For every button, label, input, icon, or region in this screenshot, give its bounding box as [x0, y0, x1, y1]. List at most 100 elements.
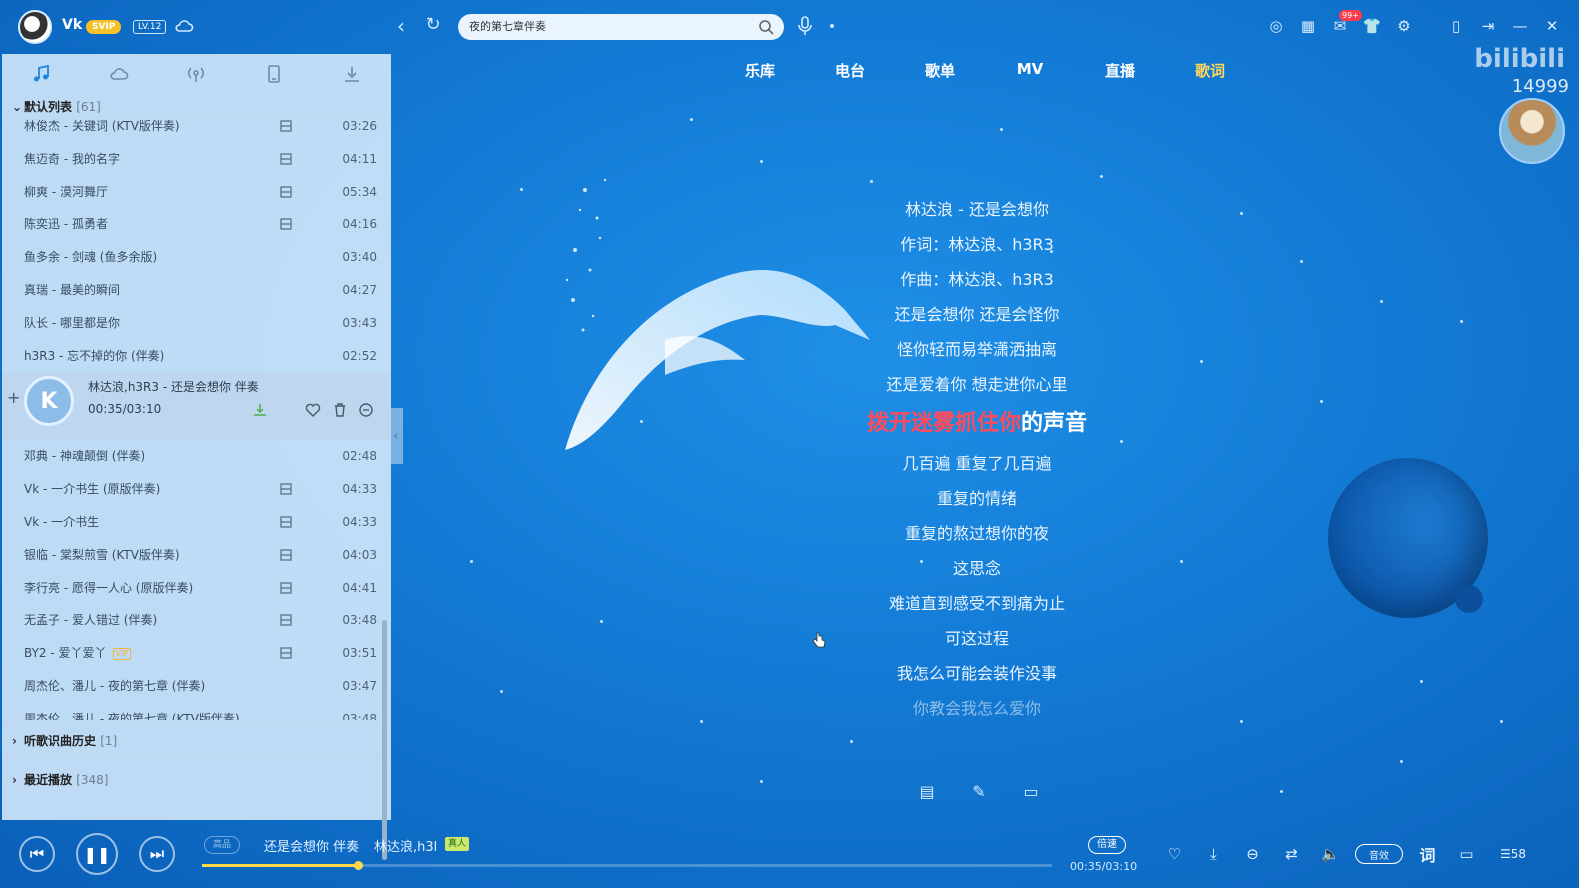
lyric-line[interactable]: 几百遍 重复了几百遍 [777, 446, 1177, 481]
cloud-sync-icon[interactable] [174, 16, 194, 36]
trash-icon[interactable] [332, 402, 348, 418]
download-icon[interactable]: ⤓ [1199, 842, 1228, 866]
song-row[interactable]: 林俊杰 - 关键词 (KTV版伴奏) 03:26 [2, 120, 391, 143]
next-track-button[interactable]: ⏭ [139, 836, 175, 872]
remove-circle-icon[interactable] [358, 402, 374, 418]
song-row[interactable]: Vk - 一介书生 (原版伴奏) 04:33 [2, 473, 391, 506]
lyric-doc-icon[interactable] [280, 185, 292, 198]
lyric-line[interactable]: 你教会我怎么爱你 [777, 691, 1177, 726]
mini-mode-icon[interactable]: ▯ [1445, 14, 1467, 38]
song-row[interactable]: 鱼多余 - 剑魂 (鱼多余版) 03:40 [2, 241, 391, 274]
progress-bar[interactable] [202, 861, 1052, 870]
lyric-line[interactable]: 怪你轻而易举潇洒抽离 [777, 332, 1177, 367]
queue-button[interactable]: ☰ 58 [1491, 842, 1535, 866]
sound-effect-button[interactable]: 音效 [1355, 844, 1403, 864]
tab-library[interactable]: 乐库 [715, 60, 805, 81]
song-row[interactable]: 李行亮 - 愿得一人心 (原版伴奏) 04:41 [2, 572, 391, 605]
quality-selector[interactable]: 高品 [204, 836, 241, 854]
menu-dot-icon[interactable] [830, 24, 834, 28]
lyric-line[interactable]: 林达浪 - 还是会想你 [777, 192, 1177, 227]
now-playing-title[interactable]: 还是会想你 伴奏 [264, 836, 359, 855]
lyric-line[interactable]: 重复的熬过想你的夜 [777, 516, 1177, 551]
collapse-panel-handle[interactable]: ‹ [389, 408, 403, 464]
lyric-line[interactable]: 重复的情绪 [777, 481, 1177, 516]
lyric-line[interactable]: 可这过程 [777, 621, 1177, 656]
cloud-icon[interactable] [80, 54, 158, 94]
apps-grid-icon[interactable]: ▦ [1297, 14, 1319, 38]
settings-gear-icon[interactable]: ⚙ [1393, 14, 1415, 38]
close-icon[interactable]: ✕ [1541, 14, 1563, 38]
tab-playlists[interactable]: 歌单 [895, 60, 985, 81]
lyrics-toggle-button[interactable]: 词 [1413, 842, 1442, 866]
current-lyric-line[interactable]: 拨开迷雾抓住你的声音 [777, 402, 1177, 446]
song-row[interactable]: 无孟子 - 爱人错过 (伴奏) 03:48 [2, 604, 391, 637]
song-row[interactable]: 银临 - 棠梨煎雪 (KTV版伴奏) 04:03 [2, 539, 391, 572]
lyric-doc-icon[interactable] [280, 581, 292, 594]
svip-badge[interactable]: SVIP [86, 20, 122, 34]
search-input[interactable]: 夜的第七章伴奏 [458, 14, 784, 40]
lyric-line[interactable]: 还是会想你 还是会怪你 [777, 297, 1177, 332]
song-row[interactable]: 周杰伦、潘儿 - 夜的第七章 (伴奏) 03:47 [2, 670, 391, 703]
microphone-icon[interactable] [796, 15, 814, 37]
comments-icon[interactable]: ▭ [1452, 842, 1481, 866]
progress-knob[interactable] [354, 861, 364, 870]
lyric-doc-icon[interactable] [280, 647, 292, 659]
song-row[interactable]: h3R3 - 忘不掉的你 (伴奏) 02:52 [2, 340, 391, 373]
song-row[interactable]: 真瑞 - 最美的瞬间 04:27 [2, 274, 391, 307]
song-row[interactable]: Vk - 一介书生 04:33 [2, 506, 391, 539]
song-row[interactable]: 焦迈奇 - 我的名字 04:11 [2, 143, 391, 176]
lyric-doc-icon[interactable] [280, 218, 292, 231]
skin-shirt-icon[interactable]: 👕 [1361, 14, 1383, 38]
refresh-icon[interactable]: ↻ [422, 14, 444, 38]
tab-lyrics[interactable]: 歌词 [1165, 60, 1255, 81]
scrollbar[interactable] [382, 620, 387, 860]
heart-icon[interactable]: ♡ [1160, 842, 1189, 866]
lyric-doc-icon[interactable] [280, 483, 292, 495]
now-playing-artist[interactable]: 林达浪,h3l [374, 836, 437, 855]
group-recently-played[interactable]: › 最近播放 [348] [2, 760, 391, 800]
volume-icon[interactable]: 🔈 [1316, 842, 1345, 866]
exit-mode-icon[interactable]: ⇥ [1477, 14, 1499, 38]
group-recognition-history[interactable]: › 听歌识曲历史 [1] [2, 720, 391, 760]
download-green-icon[interactable] [252, 402, 268, 418]
song-row[interactable]: 周杰伦、潘儿 - 夜的第七章 (KTV版伴奏) 03:48 [2, 703, 391, 720]
previous-track-button[interactable]: ⏮ [19, 836, 55, 872]
level-badge[interactable]: LV.12 [133, 20, 167, 34]
floating-avatar-photo[interactable] [1499, 98, 1565, 164]
lyric-doc-icon[interactable] [280, 614, 292, 627]
tab-radio[interactable]: 电台 [805, 60, 895, 81]
song-row[interactable]: 队长 - 哪里都是你 03:43 [2, 307, 391, 340]
download-icon[interactable] [313, 54, 391, 94]
song-row[interactable]: BY2 - 爱丫爱丫 VIP 03:51 [2, 637, 391, 670]
lyric-doc-icon[interactable] [280, 516, 292, 528]
lyric-line[interactable]: 我怎么可能会装作没事 [777, 656, 1177, 691]
username[interactable]: Vk [62, 17, 82, 33]
song-row[interactable]: 邓典 - 神魂颠倒 (伴奏) 02:48 [2, 440, 391, 473]
current-song-row[interactable]: + K 林达浪,h3R3 - 还是会想你 伴奏 00:35/03:10 [2, 372, 391, 441]
lyric-line[interactable]: 作词：林达浪、h3R3 [777, 227, 1177, 262]
music-note-icon[interactable] [2, 54, 80, 94]
lyric-line[interactable]: 还是爱着你 想走进你心里 [777, 367, 1177, 402]
heart-icon[interactable] [305, 402, 321, 418]
mail-icon[interactable]: ✉ 99+ [1329, 10, 1362, 38]
user-avatar[interactable] [18, 10, 52, 44]
edit-pen-icon[interactable]: ✎ [968, 780, 990, 802]
lyric-doc-icon[interactable] [280, 120, 292, 132]
comment-icon[interactable]: ▭ [1020, 780, 1042, 802]
song-row[interactable]: 陈奕迅 - 孤勇者 04:16 [2, 208, 391, 241]
radio-icon[interactable] [158, 54, 236, 94]
device-icon[interactable] [235, 54, 313, 94]
lyric-doc-icon[interactable]: ▤ [916, 780, 938, 802]
back-arrow-icon[interactable]: ‹ [390, 14, 412, 38]
lyric-line[interactable]: 作曲：林达浪、h3R3 [777, 262, 1177, 297]
tab-live[interactable]: 直播 [1075, 60, 1165, 81]
lyric-line[interactable]: 这思念 [777, 551, 1177, 586]
song-row[interactable]: 柳爽 - 漠河舞厅 05:34 [2, 176, 391, 209]
target-icon[interactable]: ◎ [1265, 14, 1287, 38]
search-icon[interactable] [758, 19, 774, 35]
minus-circle-icon[interactable]: ⊖ [1238, 842, 1267, 866]
lyric-line[interactable]: 难道直到感受不到痛为止 [777, 586, 1177, 621]
tab-mv[interactable]: MV [985, 60, 1075, 81]
pause-button[interactable]: ❚❚ [76, 833, 118, 875]
minimize-icon[interactable]: — [1509, 14, 1531, 38]
